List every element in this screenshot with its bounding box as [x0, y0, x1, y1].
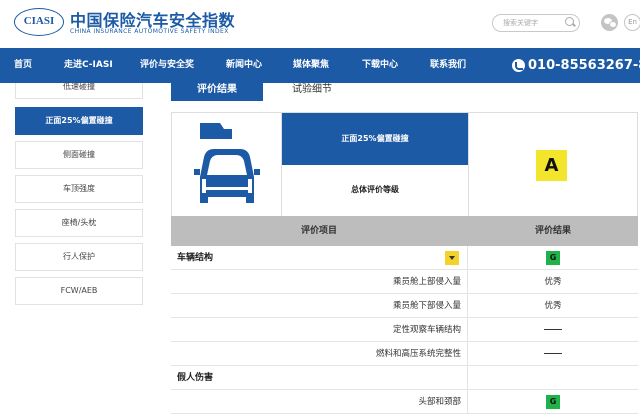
rating-summary: 正面25%偏置碰撞 总体评价等级 A: [171, 112, 638, 217]
item-label: 乘员舱下部侵入量: [392, 301, 461, 311]
brand-name-en: CHINA INSURANCE AUTOMOTIVE SAFETY INDEX: [70, 28, 229, 35]
nav-item-about[interactable]: 走进C-IASI: [64, 48, 113, 83]
site-header: CIASI 中国保险汽车安全指数 CHINA INSURANCE AUTOMOT…: [0, 0, 640, 48]
sidebar-item-frontal-offset[interactable]: 正面25%偏置碰撞: [15, 107, 143, 135]
category-label: 假人伤害: [177, 373, 214, 383]
sidebar-item-seat-headrest[interactable]: 座椅/头枕: [15, 209, 143, 237]
nav-item-home[interactable]: 首页: [14, 48, 32, 83]
not-applicable-dash: [544, 353, 562, 354]
main-nav: 首页 走进C-IASI 评价与安全奖 新闻中心 媒体聚焦 下载中心 联系我们 0…: [0, 48, 640, 83]
result-cell: [468, 342, 638, 366]
item-label: 定性观察车辆结构: [392, 325, 461, 335]
result-cell: [468, 318, 638, 342]
result-cell: G: [468, 390, 638, 414]
item-label: 乘员舱上部侵入量: [392, 277, 461, 287]
tab-test-details[interactable]: 试验细节: [292, 83, 332, 101]
table-row: 乘员舱上部侵入量 优秀: [171, 270, 638, 294]
nav-item-ratings[interactable]: 评价与安全奖: [140, 48, 194, 83]
sidebar-item-pedestrian[interactable]: 行人保护: [15, 243, 143, 271]
language-switch-button[interactable]: En: [624, 14, 640, 31]
column-header-item: 评价项目: [300, 226, 337, 236]
table-row: 乘员舱下部侵入量 优秀: [171, 294, 638, 318]
search-icon[interactable]: [565, 17, 574, 26]
table-row-category: 假人伤害: [171, 366, 638, 390]
item-label: 燃料和高压系统完整性: [375, 349, 461, 359]
nav-item-news[interactable]: 新闻中心: [226, 48, 262, 83]
sidebar-item-roof-strength[interactable]: 车顶强度: [15, 175, 143, 203]
table-row: 燃料和高压系统完整性: [171, 342, 638, 366]
overall-rating-label: 总体评价等级: [351, 185, 399, 194]
grade-g-badge: G: [546, 250, 560, 265]
tab-results[interactable]: 评价结果: [171, 83, 263, 101]
not-applicable-dash: [544, 329, 562, 330]
test-type-title: 正面25%偏置碰撞: [282, 113, 468, 165]
result-cell: 优秀: [544, 277, 562, 287]
nav-item-media[interactable]: 媒体聚焦: [293, 48, 329, 83]
sidebar-item-fcw-aeb[interactable]: FCW/AEB: [15, 277, 143, 305]
table-row-category: 车辆结构 G: [171, 246, 638, 270]
phone-icon: [512, 59, 525, 72]
wechat-icon[interactable]: [601, 14, 618, 31]
overall-grade-badge: A: [536, 150, 567, 181]
divider: [468, 113, 469, 217]
nav-item-contact[interactable]: 联系我们: [430, 48, 466, 83]
column-header-result: 评价结果: [534, 226, 571, 236]
result-cell: 优秀: [544, 301, 562, 311]
grade-g-badge: G: [546, 394, 560, 409]
sidebar-item-side-impact[interactable]: 侧面碰撞: [15, 141, 143, 169]
nav-item-downloads[interactable]: 下载中心: [362, 48, 398, 83]
result-cell: G: [468, 246, 638, 270]
table-row: 定性观察车辆结构: [171, 318, 638, 342]
hotline-number: 010-85563267-83: [528, 58, 640, 73]
table-row: 头部和颈部 G: [171, 390, 638, 414]
category-label: 车辆结构: [177, 253, 214, 263]
sidebar-item-low-speed[interactable]: 低速碰撞: [15, 83, 143, 99]
expand-chevron-icon[interactable]: [445, 251, 459, 265]
results-table-header: 评价项目 评价结果: [171, 216, 638, 246]
item-label: 头部和颈部: [418, 397, 461, 407]
ciasi-logo[interactable]: CIASI: [14, 8, 64, 36]
frontal-offset-test-icon: [194, 123, 260, 203]
